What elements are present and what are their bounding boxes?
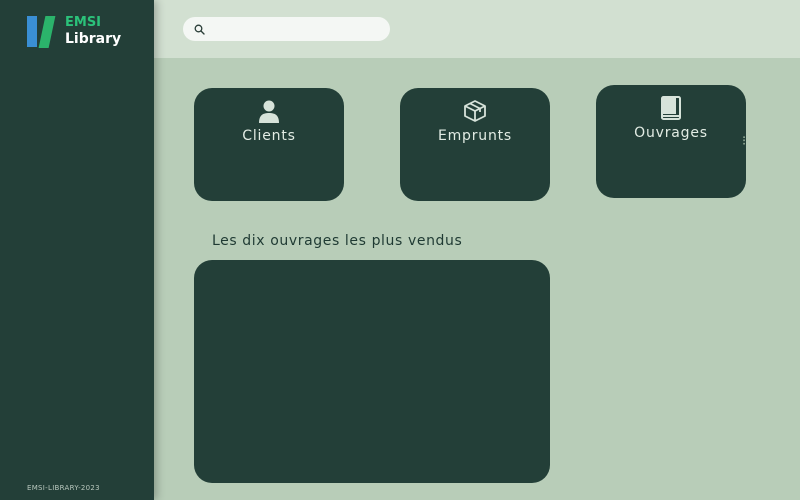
search-input[interactable]: [211, 21, 385, 37]
logo-text-line1: EMSI: [65, 15, 102, 30]
emprunts-card[interactable]: Emprunts: [400, 88, 550, 201]
emprunts-card-label: Emprunts: [437, 128, 513, 144]
book-icon: [659, 96, 683, 120]
section-title: Les dix ouvrages les plus vendus: [212, 233, 463, 249]
top-books-chart-panel: [194, 260, 550, 483]
ouvrages-card[interactable]: Ouvrages: [596, 85, 746, 198]
logo-mark-icon: [27, 15, 60, 48]
search-icon: [194, 24, 205, 35]
scroll-indicator-icon: ⁝: [742, 134, 747, 149]
sidebar: EMSI Library EMSI-LIBRARY-2023: [0, 0, 154, 500]
ouvrages-card-label: Ouvrages: [634, 125, 708, 141]
app-logo[interactable]: EMSI Library: [27, 14, 121, 48]
user-icon: [257, 99, 281, 123]
box-icon: [463, 99, 487, 123]
sidebar-footer: EMSI-LIBRARY-2023: [27, 484, 100, 492]
clients-card-label: Clients: [242, 128, 296, 144]
logo-text-line2: Library: [65, 31, 122, 47]
search-bar[interactable]: [183, 17, 390, 41]
logo-text: EMSI Library: [65, 14, 121, 48]
top-header: [154, 0, 800, 58]
clients-card[interactable]: Clients: [194, 88, 344, 201]
